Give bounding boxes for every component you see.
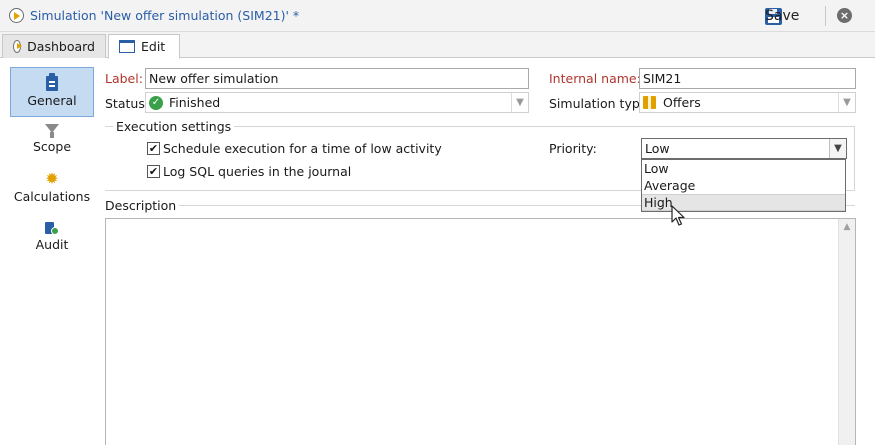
- simulation-type-select[interactable]: Offers ▼: [639, 92, 856, 113]
- window-icon: [119, 40, 135, 53]
- tab-dashboard-label: Dashboard: [27, 39, 95, 54]
- nav-item-label: General: [27, 93, 77, 108]
- title-bar: Simulation 'New offer simulation (SIM21)…: [0, 0, 875, 32]
- tab-dashboard[interactable]: Dashboard: [2, 34, 106, 58]
- chevron-down-icon: ▼: [511, 93, 528, 112]
- schedule-low-activity-checkbox[interactable]: ✔ Schedule execution for a time of low a…: [147, 141, 442, 156]
- tab-edit-label: Edit: [141, 39, 166, 54]
- close-icon[interactable]: ×: [837, 8, 852, 23]
- internal-name-input[interactable]: SIM21: [639, 68, 856, 89]
- description-title: Description: [105, 198, 180, 213]
- vertical-scrollbar[interactable]: ▲: [838, 219, 855, 445]
- funnel-icon: [45, 124, 59, 138]
- save-button[interactable]: Save: [765, 5, 799, 27]
- internal-name-field-label: Internal name:: [549, 71, 641, 86]
- log-sql-checkbox[interactable]: ✔ Log SQL queries in the journal: [147, 164, 351, 179]
- priority-field-label: Priority:: [549, 141, 597, 156]
- gear-icon: ✹: [45, 169, 59, 188]
- simulation-type-select-value: Offers: [663, 95, 701, 110]
- status-field-label: Status:: [105, 96, 150, 111]
- nav-item-label: Calculations: [13, 189, 91, 204]
- label-field-label: Label:: [105, 71, 143, 86]
- checkbox-check-icon: ✔: [147, 165, 160, 178]
- play-icon: [13, 40, 23, 53]
- nav-item-general[interactable]: General: [10, 67, 94, 117]
- save-button-label: Save: [765, 8, 800, 24]
- priority-select[interactable]: Low ▼: [641, 138, 847, 159]
- schedule-low-activity-label: Schedule execution for a time of low act…: [163, 141, 442, 156]
- log-sql-label: Log SQL queries in the journal: [163, 164, 352, 179]
- status-select[interactable]: ✓ Finished ▼: [145, 92, 529, 113]
- checkbox-check-icon: ✔: [147, 142, 160, 155]
- group-border: [105, 126, 113, 127]
- nav-item-audit[interactable]: Audit: [10, 220, 94, 256]
- chevron-down-icon[interactable]: ▼: [829, 139, 846, 158]
- nav-item-label: Audit: [35, 237, 69, 252]
- play-icon: [9, 8, 24, 23]
- window-title: Simulation 'New offer simulation (SIM21)…: [30, 8, 300, 23]
- gift-icon: [643, 96, 656, 109]
- tab-strip: Dashboard Edit: [0, 32, 875, 59]
- status-select-value: Finished: [169, 95, 221, 110]
- description-textarea[interactable]: ▲: [105, 218, 856, 445]
- audit-icon: [45, 220, 59, 235]
- group-border: [212, 126, 855, 127]
- scroll-up-icon[interactable]: ▲: [839, 219, 855, 236]
- mouse-pointer-icon: [671, 205, 685, 226]
- nav-item-label: Scope: [32, 139, 72, 154]
- toolbar-divider: [825, 6, 826, 26]
- nav-item-calculations[interactable]: ✹ Calculations: [10, 171, 94, 207]
- tab-edit[interactable]: Edit: [108, 34, 180, 59]
- label-input[interactable]: New offer simulation: [145, 68, 529, 89]
- simulation-type-field-label: Simulation type:: [549, 96, 652, 111]
- clipboard-icon: [46, 73, 58, 91]
- chevron-down-icon: ▼: [838, 93, 855, 112]
- nav-item-scope[interactable]: Scope: [10, 124, 94, 158]
- priority-select-value: Low: [645, 141, 670, 156]
- priority-option-average[interactable]: Average: [642, 177, 845, 194]
- check-circle-icon: ✓: [149, 95, 163, 110]
- priority-option-low[interactable]: Low: [642, 160, 845, 177]
- execution-settings-title: Execution settings: [113, 119, 235, 134]
